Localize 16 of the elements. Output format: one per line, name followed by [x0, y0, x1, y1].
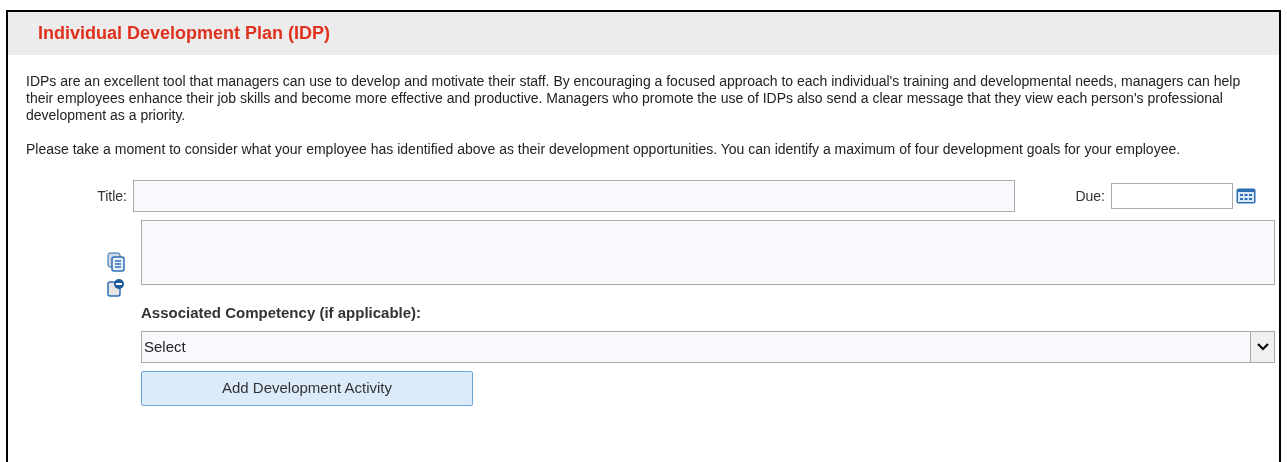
section-title: Individual Development Plan (IDP): [38, 22, 331, 45]
remove-icon[interactable]: [107, 278, 125, 298]
calendar-icon[interactable]: [1236, 188, 1256, 204]
intro-paragraph: Please take a moment to consider what your employee has identified above as their development opportunities. You can identify a maximum of four development goals for your employee.: [26, 141, 1182, 158]
competency-select[interactable]: Select: [141, 331, 1275, 363]
title-input[interactable]: [133, 180, 1015, 212]
intro-paragraph: IDPs are an excellent tool that managers can use to develop and motivate their staff. By encouraging a focused approach to each individual's training and developmental needs, managers can help their employees enhance their job skills and become more effective and productive. Managers who promote the use of IDPs also send a clear message that they view each person's professional development as a priority.: [26, 73, 1242, 124]
chevron-down-icon: [1256, 343, 1269, 351]
description-textarea[interactable]: [141, 220, 1275, 285]
select-value: Select: [144, 336, 186, 357]
title-label: Title:: [97, 186, 127, 206]
add-activity-button[interactable]: Add Development Activity: [141, 371, 473, 406]
copy-icon[interactable]: [107, 252, 125, 272]
competency-label: Associated Competency (if applicable):: [141, 303, 423, 323]
due-date-input[interactable]: [1111, 183, 1233, 209]
due-label: Due:: [1075, 186, 1105, 206]
